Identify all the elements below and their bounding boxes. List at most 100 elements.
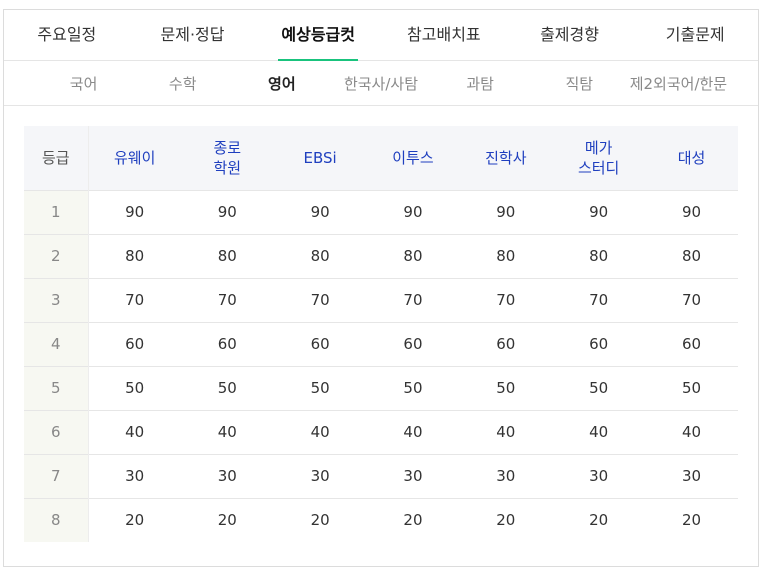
cut-score-cell: 90 xyxy=(496,203,516,221)
tab-schedule[interactable]: 주요일정 xyxy=(4,10,130,60)
cut-score-cell: 40 xyxy=(589,423,609,441)
cut-score-cell: 20 xyxy=(403,511,423,530)
cut-score-cell: 90 xyxy=(310,203,330,221)
cut-score-cell: 20 xyxy=(681,511,702,530)
subject-tab-second-language[interactable]: 제2외국어/한문 xyxy=(629,73,728,94)
header-provider: 대성 xyxy=(677,148,706,167)
table-row: 5 50 50 50 50 50 50 50 xyxy=(24,366,738,410)
cut-score-cell: 20 xyxy=(310,511,330,530)
cut-score-cell: 70 xyxy=(217,291,237,309)
cut-score-cell: 20 xyxy=(589,511,609,530)
subject-tab-vocational[interactable]: 직탐 xyxy=(530,73,629,94)
cut-score-cell: 20 xyxy=(125,511,145,530)
grade-cell: 5 xyxy=(24,366,89,410)
grade-cell: 2 xyxy=(24,234,89,278)
cut-score-cell: 90 xyxy=(125,203,145,221)
table-row: 7 30 30 30 30 30 30 30 xyxy=(24,454,738,498)
cut-score-cell: 80 xyxy=(681,247,702,265)
cut-score-cell: 80 xyxy=(496,247,516,265)
cut-score-cell: 30 xyxy=(403,467,423,485)
table-body: 1 90 90 90 90 90 90 90 2 80 80 80 80 80 80 80 3 70 70 70 70 7… xyxy=(24,190,738,542)
cut-score-cell: 40 xyxy=(217,423,237,441)
subject-tab-bar: 국어 수학 영어 한국사/사탐 과탐 직탐 제2외국어/한문 xyxy=(4,61,758,106)
grade-cell: 8 xyxy=(24,498,89,542)
grade-cell: 7 xyxy=(24,454,89,498)
cut-score-cell: 60 xyxy=(403,335,423,353)
cut-score-cell: 30 xyxy=(681,467,702,485)
subject-tab-math[interactable]: 수학 xyxy=(133,73,232,94)
grade-cut-table: 등급 유웨이 종로 학원 EBSi 이투스 진학사 메가 스터디 대성 1 90 90 90 90 90… xyxy=(24,126,738,542)
main-tab-bar: 주요일정 문제·정답 예상등급컷 참고배치표 출제경향 기출문제 xyxy=(4,10,758,61)
header-provider: 유웨이 xyxy=(113,148,156,167)
table-row: 2 80 80 80 80 80 80 80 xyxy=(24,234,738,278)
subject-tab-english[interactable]: 영어 xyxy=(232,73,331,94)
cut-score-cell: 40 xyxy=(125,423,145,441)
table-row: 8 20 20 20 20 20 20 20 xyxy=(24,498,738,542)
cut-score-cell: 50 xyxy=(125,379,145,397)
cut-score-cell: 80 xyxy=(589,247,609,265)
table-row: 3 70 70 70 70 70 70 70 xyxy=(24,278,738,322)
header-provider: 이투스 xyxy=(392,148,434,167)
cut-score-cell: 90 xyxy=(403,203,423,221)
cut-score-cell: 20 xyxy=(496,511,516,530)
cut-score-cell: 70 xyxy=(125,291,145,309)
cut-score-cell: 50 xyxy=(310,379,330,397)
cut-score-cell: 60 xyxy=(496,335,516,353)
cut-score-cell: 90 xyxy=(217,203,237,221)
cut-score-cell: 30 xyxy=(310,467,330,485)
cut-score-cell: 60 xyxy=(589,335,609,353)
cut-score-cell: 40 xyxy=(403,423,423,441)
cut-score-cell: 30 xyxy=(589,467,609,485)
subject-tab-history-social[interactable]: 한국사/사탐 xyxy=(331,73,430,94)
header-provider: 종로 학원 xyxy=(213,138,242,177)
cut-score-cell: 50 xyxy=(217,379,237,397)
grade-cell: 1 xyxy=(24,190,89,234)
cut-score-cell: 90 xyxy=(589,203,609,221)
cut-score-cell: 80 xyxy=(310,247,330,265)
cut-score-cell: 60 xyxy=(217,335,237,353)
cut-score-cell: 70 xyxy=(310,291,330,309)
cut-score-cell: 50 xyxy=(681,379,702,397)
cut-score-cell: 90 xyxy=(681,203,702,221)
cut-score-cell: 30 xyxy=(125,467,145,485)
cut-score-cell: 60 xyxy=(310,335,330,353)
cut-score-cell: 80 xyxy=(403,247,423,265)
cut-score-cell: 30 xyxy=(217,467,237,485)
grade-cell: 4 xyxy=(24,322,89,366)
table-header-row: 등급 유웨이 종로 학원 EBSi 이투스 진학사 메가 스터디 대성 xyxy=(24,126,738,190)
grade-cell: 6 xyxy=(24,410,89,454)
table-row: 4 60 60 60 60 60 60 60 xyxy=(24,322,738,366)
grade-cut-table-wrap: 등급 유웨이 종로 학원 EBSi 이투스 진학사 메가 스터디 대성 1 90 90 90 90 90… xyxy=(24,126,738,542)
subject-tab-korean[interactable]: 국어 xyxy=(34,73,133,94)
subject-tab-science[interactable]: 과탐 xyxy=(431,73,530,94)
header-grade: 등급 xyxy=(24,126,89,190)
cut-score-cell: 80 xyxy=(125,247,145,265)
cut-score-cell: 40 xyxy=(496,423,516,441)
cut-score-cell: 50 xyxy=(496,379,516,397)
tab-expected-grade-cut[interactable]: 예상등급컷 xyxy=(255,10,381,61)
grade-cut-panel: 주요일정 문제·정답 예상등급컷 참고배치표 출제경향 기출문제 국어 수학 영… xyxy=(3,9,759,567)
tab-past-exams[interactable]: 기출문제 xyxy=(632,10,758,60)
cut-score-cell: 70 xyxy=(403,291,423,309)
tab-reference-placement[interactable]: 참고배치표 xyxy=(381,10,507,60)
tab-exam-trend[interactable]: 출제경향 xyxy=(507,10,633,60)
cut-score-cell: 60 xyxy=(681,335,702,353)
header-provider: EBSi xyxy=(303,148,337,167)
cut-score-cell: 20 xyxy=(217,511,237,530)
grade-cell: 3 xyxy=(24,278,89,322)
cut-score-cell: 80 xyxy=(217,247,237,265)
cut-score-cell: 70 xyxy=(496,291,516,309)
cut-score-cell: 50 xyxy=(589,379,609,397)
header-provider: 진학사 xyxy=(485,148,527,167)
cut-score-cell: 60 xyxy=(125,335,145,353)
tab-questions-answers[interactable]: 문제·정답 xyxy=(130,10,256,60)
cut-score-cell: 30 xyxy=(496,467,516,485)
header-provider: 메가 스터디 xyxy=(577,138,620,177)
table-row: 6 40 40 40 40 40 40 40 xyxy=(24,410,738,454)
cut-score-cell: 70 xyxy=(681,291,702,309)
cut-score-cell: 50 xyxy=(403,379,423,397)
cut-score-cell: 40 xyxy=(310,423,330,441)
table-row: 1 90 90 90 90 90 90 90 xyxy=(24,190,738,234)
cut-score-cell: 70 xyxy=(589,291,609,309)
cut-score-cell: 40 xyxy=(681,423,702,441)
